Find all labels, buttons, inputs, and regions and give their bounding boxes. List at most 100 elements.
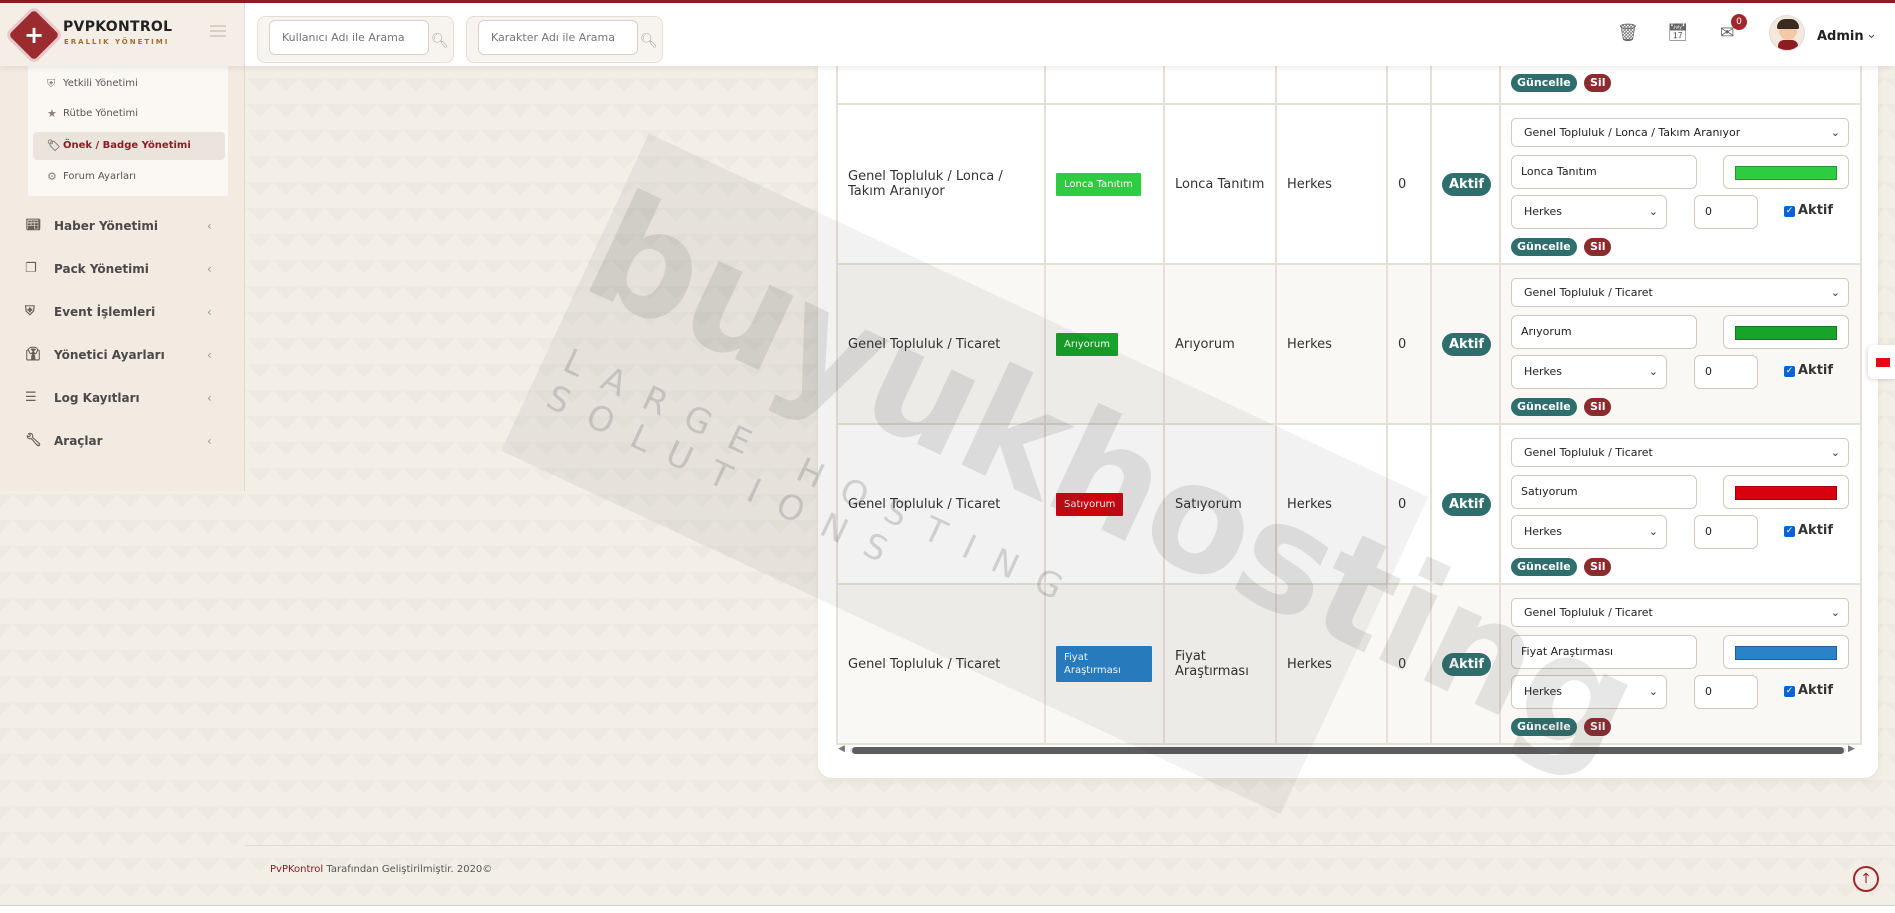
- sidebar-item-event[interactable]: ⛨ Event İşlemleri ‹: [0, 292, 245, 332]
- user-search-input[interactable]: [269, 20, 429, 55]
- badge-name-input[interactable]: Lonca Tanıtım: [1511, 155, 1697, 189]
- color-picker[interactable]: [1723, 475, 1849, 509]
- audience-select[interactable]: Herkes ⌄: [1511, 355, 1667, 389]
- category-select-value: Genel Topluluk / Lonca / Takım Aranıyor: [1524, 126, 1741, 139]
- update-button[interactable]: Güncelle: [1511, 558, 1577, 576]
- horizontal-scrollbar[interactable]: ◀ ▶: [836, 744, 1860, 756]
- brand-area[interactable]: + PVPKONTROL ERALLIK YÖNETIMI: [0, 3, 245, 66]
- active-checkbox[interactable]: ✓ Aktif: [1784, 363, 1833, 378]
- scroll-left-icon[interactable]: ◀: [838, 744, 845, 754]
- color-swatch: [1735, 486, 1837, 500]
- search-icon[interactable]: 🔍︎: [640, 34, 658, 48]
- app-title: PVPKONTROL: [63, 19, 173, 35]
- active-checkbox[interactable]: ✓ Aktif: [1784, 683, 1833, 698]
- audience-cell: Herkes: [1275, 263, 1388, 425]
- update-button[interactable]: Güncelle: [1511, 238, 1577, 256]
- category-cell: Genel Topluluk / Lonca / Takım Aranıyor: [836, 103, 1046, 265]
- badge-name-input[interactable]: Fiyat Araştırması: [1511, 635, 1697, 669]
- order-input[interactable]: 0: [1694, 515, 1758, 549]
- update-button[interactable]: Güncelle: [1511, 398, 1577, 416]
- badge-cell: Satıyorum: [1044, 423, 1165, 585]
- menu-toggle-icon[interactable]: [210, 25, 226, 37]
- scroll-right-icon[interactable]: ▶: [1848, 744, 1855, 754]
- chevron-down-icon[interactable]: ⌄: [1866, 27, 1877, 42]
- check-icon: ✓: [1784, 526, 1795, 537]
- scroll-top-button[interactable]: ↑: [1853, 866, 1879, 892]
- edit-form-cell: Genel Topluluk / Ticaret ⌄ Fiyat Araştırm…: [1499, 583, 1862, 745]
- language-tab[interactable]: [1868, 345, 1895, 379]
- chevron-down-icon: ⌄: [1830, 286, 1840, 299]
- status-cell: Aktif: [1430, 423, 1501, 585]
- sidebar-item-pack[interactable]: ❐ Pack Yönetimi ‹: [0, 249, 245, 289]
- search-icon[interactable]: 🔍︎: [431, 34, 449, 48]
- sidebar-subitem-forum[interactable]: ⚙ Forum Ayarları: [33, 163, 225, 191]
- chevron-down-icon: ⌄: [1648, 525, 1658, 538]
- status-badge: Aktif: [1442, 172, 1492, 196]
- category-select[interactable]: Genel Topluluk / Ticaret ⌄: [1511, 598, 1849, 627]
- update-button[interactable]: Güncelle: [1511, 74, 1577, 92]
- badge-table: Güncelle Sil Genel Topluluk / Lonca / Ta…: [836, 0, 1862, 745]
- badge-cell: Arıyorum: [1044, 263, 1165, 425]
- bars-icon: ☰: [25, 390, 37, 405]
- shield-icon: ⛨: [47, 77, 56, 90]
- sidebar-item-haber[interactable]: 📰︎ Haber Yönetimi ‹: [0, 206, 245, 246]
- check-icon: ✓: [1784, 366, 1795, 377]
- delete-button[interactable]: Sil: [1584, 238, 1612, 256]
- sidebar-item-yonetici[interactable]: 👔︎ Yönetici Ayarları ‹: [0, 335, 245, 375]
- delete-button[interactable]: Sil: [1584, 558, 1612, 576]
- audience-cell: Herkes: [1275, 583, 1388, 745]
- sidebar-subitem-yetkili[interactable]: ⛨ Yetkili Yönetimi: [33, 70, 225, 98]
- color-swatch: [1735, 646, 1837, 660]
- category-select-value: Genel Topluluk / Ticaret: [1524, 446, 1653, 459]
- footer-brand-link[interactable]: PvPKontrol: [270, 864, 323, 875]
- edit-form-cell: Genel Topluluk / Ticaret ⌄ Satıyorum Herk…: [1499, 423, 1862, 585]
- avatar[interactable]: [1769, 15, 1805, 51]
- category-select[interactable]: Genel Topluluk / Ticaret ⌄: [1511, 438, 1849, 467]
- top-header: + PVPKONTROL ERALLIK YÖNETIMI 🔍︎ 🔍︎ 🗑︎ 📅…: [0, 3, 1895, 66]
- category-select[interactable]: Genel Topluluk / Ticaret ⌄: [1511, 278, 1849, 307]
- trash-icon[interactable]: 🗑︎: [1617, 23, 1639, 43]
- badge-name-input[interactable]: Satıyorum: [1511, 475, 1697, 509]
- delete-button[interactable]: Sil: [1584, 74, 1612, 92]
- audience-select[interactable]: Herkes ⌄: [1511, 675, 1667, 709]
- name-cell: Arıyorum: [1163, 263, 1277, 425]
- status-cell: Aktif: [1430, 583, 1501, 745]
- sidebar-submenu: ⛨ Yetkili Yönetimi ★ Rütbe Yönetimi 🏷︎ Ö…: [28, 66, 228, 196]
- sidebar-subitem-badge[interactable]: 🏷︎ Önek / Badge Yönetimi: [33, 132, 225, 160]
- badge-cell: Lonca Tanıtım: [1044, 103, 1165, 265]
- chevron-left-icon: ‹: [207, 391, 212, 405]
- audience-select[interactable]: Herkes ⌄: [1511, 515, 1667, 549]
- tags-icon: 🏷︎: [47, 139, 61, 152]
- badge-table-card: Güncelle Sil Genel Topluluk / Lonca / Ta…: [818, 0, 1878, 778]
- character-search-box: 🔍︎: [466, 16, 663, 63]
- admin-name[interactable]: Admin: [1817, 29, 1864, 44]
- footer-divider: [245, 845, 1895, 846]
- table-row: Genel Topluluk / Ticaret Fiyat Araştırma…: [836, 583, 1862, 745]
- order-input[interactable]: 0: [1694, 195, 1758, 229]
- order-input[interactable]: 0: [1694, 675, 1758, 709]
- sidebar-subitem-rutbe[interactable]: ★ Rütbe Yönetimi: [33, 100, 225, 128]
- table-row: Genel Topluluk / Lonca / Takım Aranıyor …: [836, 103, 1862, 265]
- sidebar-item-log[interactable]: ☰ Log Kayıtları ‹: [0, 378, 245, 418]
- scroll-thumb[interactable]: [852, 747, 1844, 754]
- badge-name-input[interactable]: Arıyorum: [1511, 315, 1697, 349]
- color-picker[interactable]: [1723, 635, 1849, 669]
- order-input[interactable]: 0: [1694, 355, 1758, 389]
- active-checkbox[interactable]: ✓ Aktif: [1784, 203, 1833, 218]
- delete-button[interactable]: Sil: [1584, 718, 1612, 736]
- color-picker[interactable]: [1723, 315, 1849, 349]
- avatar-hair: [1777, 19, 1799, 29]
- chevron-left-icon: ‹: [207, 348, 212, 362]
- category-select[interactable]: Genel Topluluk / Lonca / Takım Aranıyor ⌄: [1511, 118, 1849, 147]
- audience-select[interactable]: Herkes ⌄: [1511, 195, 1667, 229]
- cogs-icon: ⚙: [47, 170, 57, 183]
- character-search-input[interactable]: [478, 20, 638, 55]
- update-button[interactable]: Güncelle: [1511, 718, 1577, 736]
- audience-cell: Herkes: [1275, 423, 1388, 585]
- sidebar-item-araclar[interactable]: 🔧︎ Araçlar ‹: [0, 421, 245, 461]
- active-checkbox[interactable]: ✓ Aktif: [1784, 523, 1833, 538]
- calendar-icon[interactable]: 📅︎: [1667, 23, 1689, 43]
- delete-button[interactable]: Sil: [1584, 398, 1612, 416]
- category-cell: Genel Topluluk / Ticaret: [836, 263, 1046, 425]
- color-picker[interactable]: [1723, 155, 1849, 189]
